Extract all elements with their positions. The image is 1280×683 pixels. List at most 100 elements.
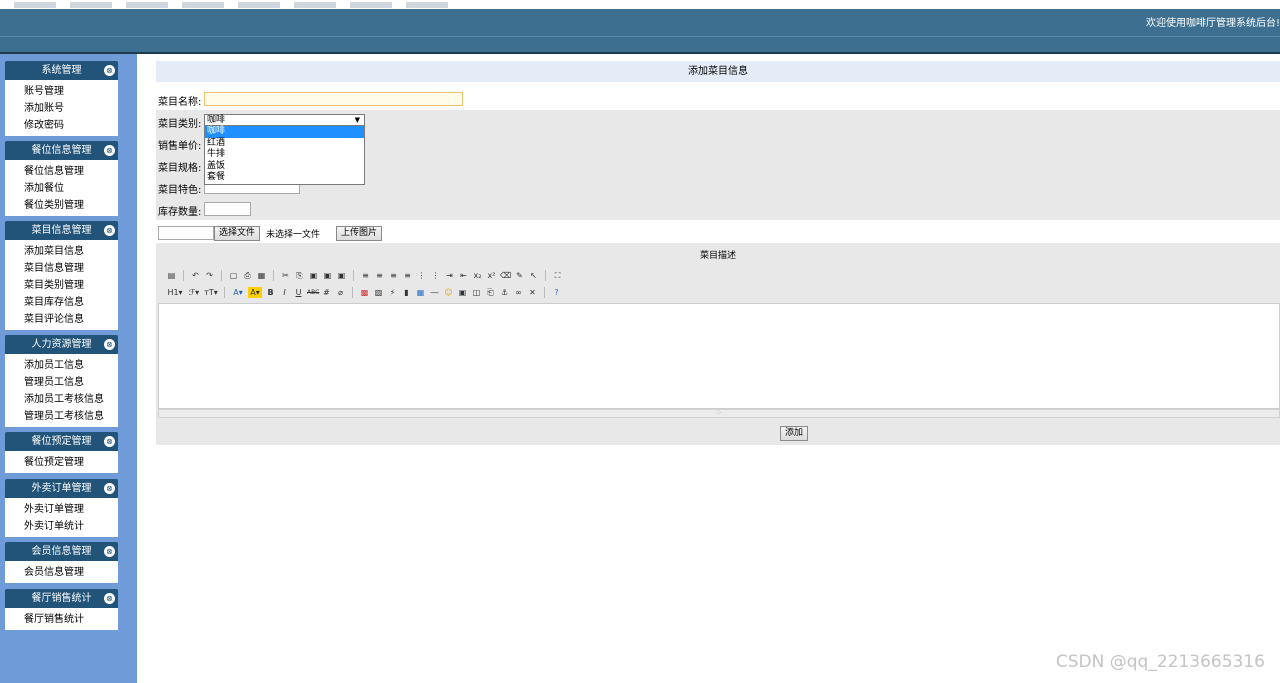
sidebar-item-seat-category[interactable]: 餐位类别管理 xyxy=(24,197,118,214)
upload-image-button[interactable]: 上传图片 xyxy=(336,226,383,241)
source-icon[interactable]: ▤ xyxy=(166,270,177,281)
link-icon[interactable]: ∞ xyxy=(513,287,524,298)
unlink-icon[interactable]: ✕ xyxy=(527,287,538,298)
sidebar-item-dish-manage[interactable]: 菜目信息管理 xyxy=(24,260,118,277)
collapse-icon[interactable]: ⊗ xyxy=(104,546,115,557)
collapse-icon[interactable]: ⊗ xyxy=(104,225,115,236)
multi-image-icon[interactable]: ▨ xyxy=(373,287,384,298)
paste-icon[interactable]: ▣ xyxy=(308,270,319,281)
menu-title[interactable]: 餐位信息管理 ⊗ xyxy=(5,141,118,160)
preview-icon[interactable]: ▢ xyxy=(228,270,239,281)
sidebar-item-takeout-manage[interactable]: 外卖订单管理 xyxy=(24,501,118,518)
redo-icon[interactable]: ↷ xyxy=(204,270,215,281)
sidebar-item-account-manage[interactable]: 账号管理 xyxy=(24,83,118,100)
flash-icon[interactable]: ⚡ xyxy=(387,287,398,298)
bold-icon[interactable]: B xyxy=(265,287,276,298)
emoticon-icon[interactable]: ☺ xyxy=(443,287,454,298)
indent-icon[interactable]: ⇥ xyxy=(444,270,455,281)
sidebar-item-sales-stats[interactable]: 餐厅销售统计 xyxy=(24,611,118,628)
cut-icon[interactable]: ✂ xyxy=(280,270,291,281)
undo-icon[interactable]: ↶ xyxy=(190,270,201,281)
menu-title[interactable]: 会员信息管理 ⊗ xyxy=(5,542,118,561)
category-option[interactable]: 红酒 xyxy=(205,138,364,150)
collapse-icon[interactable]: ⊗ xyxy=(104,593,115,604)
font-color-icon[interactable]: A▾ xyxy=(231,287,245,298)
italic-icon[interactable]: I xyxy=(279,287,290,298)
ordered-list-icon[interactable]: ⋮ xyxy=(416,270,427,281)
sidebar-item-reservation-manage[interactable]: 餐位预定管理 xyxy=(24,454,118,471)
media-icon[interactable]: ▮ xyxy=(401,287,412,298)
help-icon[interactable]: ? xyxy=(551,287,562,298)
align-center-icon[interactable]: ≡ xyxy=(374,270,385,281)
outdent-icon[interactable]: ⇤ xyxy=(458,270,469,281)
paste-text-icon[interactable]: ▣ xyxy=(322,270,333,281)
editor-content-area[interactable] xyxy=(158,303,1280,409)
menu-title[interactable]: 人力资源管理 ⊗ xyxy=(5,335,118,354)
highlight-icon[interactable]: A▾ xyxy=(248,287,262,298)
align-left-icon[interactable]: ≡ xyxy=(360,270,371,281)
copy-icon[interactable]: ⎘ xyxy=(294,270,305,281)
editor-resize-handle[interactable]: ⁘ xyxy=(158,409,1280,418)
collapse-icon[interactable]: ⊗ xyxy=(104,339,115,350)
menu-title[interactable]: 餐厅销售统计 ⊗ xyxy=(5,589,118,608)
sidebar-item-add-account[interactable]: 添加账号 xyxy=(24,100,118,117)
menu-title[interactable]: 外卖订单管理 ⊗ xyxy=(5,479,118,498)
add-submit-button[interactable]: 添加 xyxy=(780,426,809,441)
image-icon[interactable]: ▩ xyxy=(359,287,370,298)
choose-file-button[interactable]: 选择文件 xyxy=(214,226,261,241)
category-option[interactable]: 咖啡 xyxy=(205,126,364,138)
sidebar-item-dish-comment[interactable]: 菜目评论信息 xyxy=(24,311,118,328)
map-icon[interactable]: ▣ xyxy=(457,287,468,298)
category-option[interactable]: 盖饭 xyxy=(205,161,364,173)
sidebar-item-staff-manage[interactable]: 管理员工信息 xyxy=(24,374,118,391)
collapse-icon[interactable]: ⊗ xyxy=(104,145,115,156)
sidebar-item-add-review[interactable]: 添加员工考核信息 xyxy=(24,391,118,408)
print-icon[interactable]: ⎙ xyxy=(242,270,253,281)
select-icon[interactable]: ↖ xyxy=(528,270,539,281)
sidebar-item-add-seat[interactable]: 添加餐位 xyxy=(24,180,118,197)
superscript-icon[interactable]: x² xyxy=(486,270,497,281)
dish-name-input[interactable] xyxy=(204,92,463,106)
table-icon[interactable]: ▦ xyxy=(415,287,426,298)
menu-title[interactable]: 菜目信息管理 ⊗ xyxy=(5,221,118,240)
page-break-icon[interactable]: ⎗ xyxy=(485,287,496,298)
collapse-icon[interactable]: ⊗ xyxy=(104,436,115,447)
sidebar-item-seat-manage[interactable]: 餐位信息管理 xyxy=(24,163,118,180)
sidebar-item-takeout-stats[interactable]: 外卖订单统计 xyxy=(24,518,118,535)
align-right-icon[interactable]: ≡ xyxy=(388,270,399,281)
collapse-icon[interactable]: ⊗ xyxy=(104,483,115,494)
justify-icon[interactable]: ≡ xyxy=(402,270,413,281)
font-size-icon[interactable]: тT▾ xyxy=(204,287,218,298)
line-height-icon[interactable]: # xyxy=(321,287,332,298)
strikethrough-icon[interactable]: ABC xyxy=(307,287,319,298)
menu-title[interactable]: 系统管理 ⊗ xyxy=(5,61,118,80)
file-path-input[interactable] xyxy=(158,226,214,240)
clear-format-icon[interactable]: ⌫ xyxy=(500,270,511,281)
font-family-icon[interactable]: ℱ▾ xyxy=(187,287,201,298)
sidebar-item-dish-category[interactable]: 菜目类别管理 xyxy=(24,277,118,294)
sidebar-item-change-password[interactable]: 修改密码 xyxy=(24,117,118,134)
unordered-list-icon[interactable]: ⋮ xyxy=(430,270,441,281)
eraser-icon[interactable]: ⌀ xyxy=(335,287,346,298)
menu-title[interactable]: 餐位预定管理 ⊗ xyxy=(5,432,118,451)
stock-input[interactable] xyxy=(204,202,251,216)
sidebar-item-dish-stock[interactable]: 菜目库存信息 xyxy=(24,294,118,311)
horizontal-rule-icon[interactable]: ― xyxy=(429,287,440,298)
sidebar-item-add-dish[interactable]: 添加菜目信息 xyxy=(24,243,118,260)
category-option[interactable]: 牛排 xyxy=(205,149,364,161)
subscript-icon[interactable]: x₂ xyxy=(472,270,483,281)
fullscreen-icon[interactable]: ⛶ xyxy=(552,270,563,281)
menu-dish-info: 菜目信息管理 ⊗ 添加菜目信息 菜目信息管理 菜目类别管理 菜目库存信息 菜目评论… xyxy=(5,221,118,330)
underline-icon[interactable]: U xyxy=(293,287,304,298)
sidebar-item-add-staff[interactable]: 添加员工信息 xyxy=(24,357,118,374)
template-icon[interactable]: ▦ xyxy=(256,270,267,281)
sidebar-item-member-manage[interactable]: 会员信息管理 xyxy=(24,564,118,581)
collapse-icon[interactable]: ⊗ xyxy=(104,65,115,76)
paste-word-icon[interactable]: ▣ xyxy=(336,270,347,281)
code-icon[interactable]: ◫ xyxy=(471,287,482,298)
select-all-icon[interactable]: ✎ xyxy=(514,270,525,281)
anchor-icon[interactable]: ⚓ xyxy=(499,287,510,298)
sidebar-item-review-manage[interactable]: 管理员工考核信息 xyxy=(24,408,118,425)
category-option[interactable]: 套餐 xyxy=(205,172,364,184)
heading-icon[interactable]: H1▾ xyxy=(166,287,184,298)
